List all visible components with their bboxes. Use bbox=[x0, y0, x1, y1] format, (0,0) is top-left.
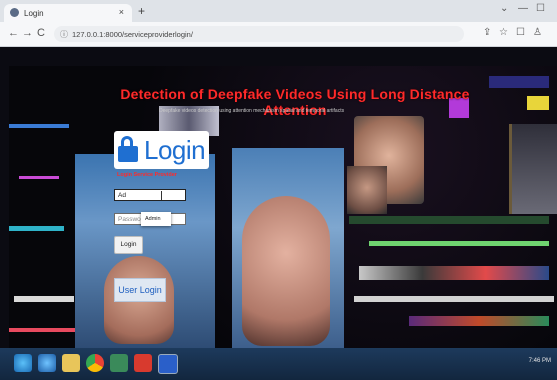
glitch-block bbox=[19, 176, 59, 179]
browser-tab-bar: Login × + ⌄ — ☐ bbox=[0, 0, 557, 22]
face-thumbnail bbox=[347, 166, 387, 214]
glitch-block bbox=[9, 226, 64, 231]
maximize-button[interactable]: ☐ bbox=[536, 3, 545, 14]
forward-button[interactable]: → bbox=[22, 27, 33, 39]
url-text: 127.0.0.1:8000/serviceproviderlogin/ bbox=[72, 30, 193, 39]
login-subtitle: Login Service Provider bbox=[117, 172, 177, 178]
glitch-block bbox=[354, 296, 554, 302]
glitch-block bbox=[527, 96, 549, 110]
app2-icon[interactable] bbox=[158, 354, 178, 374]
glitch-block bbox=[9, 328, 79, 332]
username-value: Ad bbox=[118, 191, 126, 199]
page-content: Detection of Deepfake Videos Using Long … bbox=[9, 66, 557, 348]
share-icon[interactable]: ⇪ bbox=[483, 27, 491, 38]
globe-icon bbox=[10, 8, 19, 17]
user-login-button[interactable]: User Login bbox=[114, 278, 166, 302]
info-icon: ⓘ bbox=[60, 30, 68, 39]
login-button[interactable]: Login bbox=[114, 236, 143, 254]
profile-icon[interactable]: ♙ bbox=[533, 27, 542, 38]
login-logo: Login bbox=[114, 131, 209, 169]
tab-close-icon[interactable]: × bbox=[119, 7, 124, 17]
browser-tab[interactable]: Login × bbox=[4, 4, 132, 22]
page-subtitle: Deepfake videos detection using attentio… bbox=[159, 108, 345, 114]
lock-icon bbox=[118, 136, 138, 162]
username-input[interactable]: Ad bbox=[114, 189, 186, 201]
glitch-block bbox=[489, 76, 549, 88]
clock[interactable]: 7:46 PM bbox=[529, 358, 551, 364]
chrome-icon[interactable] bbox=[86, 354, 104, 372]
autocomplete-option-label: Admin bbox=[145, 216, 161, 222]
glitch-block bbox=[359, 266, 549, 280]
tab-title: Login bbox=[24, 9, 44, 18]
glitch-block bbox=[14, 296, 74, 302]
explorer-icon[interactable] bbox=[62, 354, 80, 372]
chevron-down-icon[interactable]: ⌄ bbox=[500, 3, 508, 14]
video-frame-right bbox=[509, 124, 557, 214]
autocomplete-suggestion[interactable]: Admin bbox=[141, 212, 171, 226]
glitch-block bbox=[349, 216, 549, 224]
minimize-button[interactable]: — bbox=[518, 3, 528, 14]
ie-icon[interactable] bbox=[38, 354, 56, 372]
bookmark-star-icon[interactable]: ☆ bbox=[499, 27, 508, 38]
pdf-icon[interactable] bbox=[134, 354, 152, 372]
glitch-block bbox=[9, 124, 69, 128]
reload-button[interactable]: C bbox=[37, 27, 45, 39]
glitch-block bbox=[409, 316, 549, 326]
edge-icon[interactable] bbox=[14, 354, 32, 372]
glitch-block bbox=[369, 241, 549, 246]
back-button[interactable]: ← bbox=[8, 27, 19, 39]
sidebar-icon[interactable]: ☐ bbox=[516, 27, 525, 38]
new-tab-button[interactable]: + bbox=[138, 4, 145, 18]
face-image-center bbox=[242, 196, 330, 346]
address-bar-row: ← → C ⓘ 127.0.0.1:8000/serviceproviderlo… bbox=[0, 22, 557, 47]
text-cursor bbox=[161, 191, 162, 200]
app-icon[interactable] bbox=[110, 354, 128, 372]
login-logo-text: Login bbox=[144, 135, 206, 165]
url-field[interactable]: ⓘ 127.0.0.1:8000/serviceproviderlogin/ bbox=[54, 26, 464, 42]
taskbar: 7:46 PM bbox=[0, 348, 557, 380]
